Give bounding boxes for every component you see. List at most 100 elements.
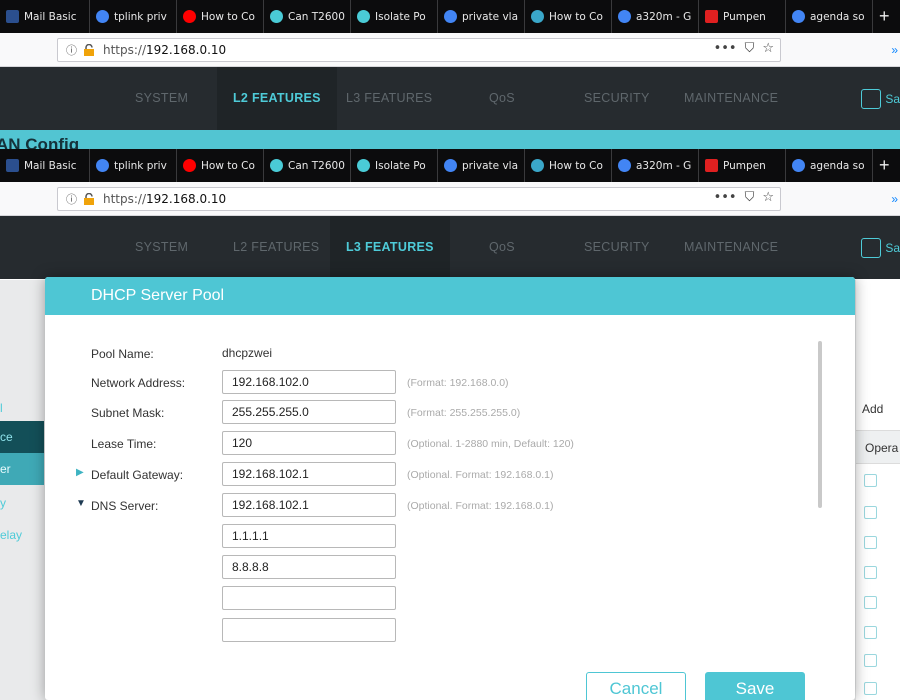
nav-security[interactable]: SECURITY	[584, 216, 650, 279]
edit-icon[interactable]	[864, 474, 877, 487]
nav-l2-features[interactable]: L2 FEATURES	[233, 216, 319, 279]
dns-server-input[interactable]	[222, 493, 396, 517]
bookmark-icon[interactable]: ☆	[762, 41, 774, 56]
side-menu-item[interactable]: ce	[0, 421, 44, 453]
edit-icon[interactable]	[864, 654, 877, 667]
side-menu-item[interactable]: y	[0, 487, 44, 519]
info-icon[interactable]: ⓘ	[66, 191, 77, 207]
dns-server-hint: (Optional. Format: 192.168.0.1)	[407, 500, 554, 512]
browser-tab[interactable]: How to Co	[525, 149, 612, 182]
nav-system[interactable]: SYSTEM	[135, 216, 188, 279]
url-text: https://192.168.0.10	[103, 192, 227, 206]
nav-qos[interactable]: QoS	[489, 67, 515, 130]
network-address-input[interactable]	[222, 370, 396, 394]
edit-icon[interactable]	[864, 506, 877, 519]
browser-tab[interactable]: Mail Basic	[0, 0, 90, 33]
new-tab-icon[interactable]: +	[873, 6, 896, 27]
default-gateway-label[interactable]: Default Gateway:	[91, 468, 183, 482]
tab-label: Pumpen	[723, 159, 766, 172]
back-page-header: AN Config	[0, 130, 900, 149]
browser-tab[interactable]: Pumpen	[699, 0, 786, 33]
google-icon	[96, 159, 109, 172]
side-menu-item[interactable]: l	[0, 392, 44, 424]
nav-qos[interactable]: QoS	[489, 216, 515, 279]
tab-label: How to Co	[201, 10, 255, 23]
google-icon	[444, 10, 457, 23]
edit-icon[interactable]	[864, 682, 877, 695]
overflow-icon[interactable]: »	[891, 192, 898, 206]
browser-tab[interactable]: private vla	[438, 149, 525, 182]
back-url-bar[interactable]: ⓘ https://192.168.0.10 ••• ⛉ ☆	[57, 38, 781, 62]
save-config-button[interactable]: Sa	[861, 216, 900, 279]
browser-tab[interactable]: a320m - G	[612, 0, 699, 33]
new-tab-icon[interactable]: +	[873, 155, 896, 176]
nav-maintenance[interactable]: MAINTENANCE	[684, 67, 778, 130]
edit-icon[interactable]	[864, 536, 877, 549]
side-menu: l ce er y elay	[0, 280, 44, 700]
lease-time-input[interactable]	[222, 431, 396, 455]
edit-icon[interactable]	[864, 566, 877, 579]
nav-l2-features[interactable]: L2 FEATURES	[217, 67, 337, 130]
browser-tab[interactable]: agenda so	[786, 149, 873, 182]
bookmark-icon[interactable]: ☆	[762, 190, 774, 205]
browser-tab[interactable]: How to Co	[177, 0, 264, 33]
dns-extra-row	[45, 618, 805, 644]
default-gateway-input[interactable]	[222, 462, 396, 486]
tab-label: Mail Basic	[24, 10, 77, 23]
browser-tab[interactable]: a320m - G	[612, 149, 699, 182]
add-button[interactable]: Add	[862, 402, 883, 416]
nav-maintenance[interactable]: MAINTENANCE	[684, 216, 778, 279]
expand-right-icon[interactable]: ▶	[76, 467, 84, 478]
nav-l3-features[interactable]: L3 FEATURES	[330, 216, 450, 279]
dns-server-3-input[interactable]	[222, 555, 396, 579]
pool-name-label: Pool Name:	[91, 347, 154, 361]
browser-tab[interactable]: agenda so	[786, 0, 873, 33]
tplink-icon	[357, 159, 370, 172]
browser-tab[interactable]: How to Co	[525, 0, 612, 33]
edit-icon[interactable]	[864, 596, 877, 609]
browser-tab[interactable]: tplink priv	[90, 0, 177, 33]
browser-tab[interactable]: Pumpen	[699, 149, 786, 182]
dns-server-5-input[interactable]	[222, 618, 396, 642]
tab-label: Can T2600	[288, 10, 345, 23]
browser-tab[interactable]: Can T2600	[264, 0, 351, 33]
nav-security[interactable]: SECURITY	[584, 67, 650, 130]
edit-icon[interactable]	[864, 626, 877, 639]
nav-l3-features[interactable]: L3 FEATURES	[346, 67, 432, 130]
pool-name-row: Pool Name: dhcpzwei	[45, 341, 805, 367]
browser-tab[interactable]: How to Co	[177, 149, 264, 182]
url-actions: ••• ⛉ ☆	[714, 190, 774, 205]
tab-label: Can T2600	[288, 159, 345, 172]
save-icon	[861, 88, 882, 109]
browser-tab[interactable]: tplink priv	[90, 149, 177, 182]
save-config-button[interactable]: Sa	[861, 67, 900, 130]
dns-server-2-input[interactable]	[222, 524, 396, 548]
browser-tab[interactable]: private vla	[438, 0, 525, 33]
side-menu-item[interactable]: elay	[0, 519, 44, 551]
side-menu-item[interactable]: er	[0, 453, 44, 485]
overflow-icon[interactable]: »	[891, 43, 898, 57]
dns-server-4-input[interactable]	[222, 586, 396, 610]
dialog-scrollbar[interactable]	[818, 341, 822, 508]
info-icon[interactable]: ⓘ	[66, 42, 77, 58]
lock-icon	[84, 193, 94, 205]
browser-tab[interactable]: Mail Basic	[0, 149, 90, 182]
more-icon[interactable]: •••	[714, 190, 737, 205]
cancel-button[interactable]: Cancel	[586, 672, 686, 700]
pocket-icon[interactable]: ⛉	[745, 190, 755, 205]
collapse-down-icon[interactable]: ▼	[76, 498, 86, 509]
pool-table-pane: Add Opera	[856, 280, 900, 700]
nav-system[interactable]: SYSTEM	[135, 67, 188, 130]
pocket-icon[interactable]: ⛉	[745, 41, 755, 56]
more-icon[interactable]: •••	[714, 41, 737, 56]
url-text: https://192.168.0.10	[103, 43, 227, 57]
url-bar[interactable]: ⓘ https://192.168.0.10 ••• ⛉ ☆	[57, 187, 781, 211]
save-button[interactable]: Save	[705, 672, 805, 700]
browser-tab[interactable]: Isolate Po	[351, 0, 438, 33]
dns-server-label[interactable]: DNS Server:	[91, 499, 158, 513]
browser-tab[interactable]: Can T2600	[264, 149, 351, 182]
site-icon	[531, 159, 544, 172]
browser-tab[interactable]: Isolate Po	[351, 149, 438, 182]
tab-label: a320m - G	[636, 10, 692, 23]
subnet-mask-input[interactable]	[222, 400, 396, 424]
